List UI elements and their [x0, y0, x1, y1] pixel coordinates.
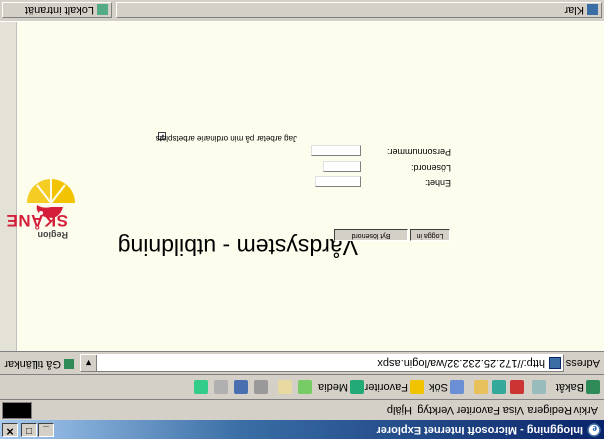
minimize-button[interactable]: _	[38, 423, 54, 437]
refresh-button[interactable]	[490, 378, 506, 396]
menu-favoriter[interactable]: Favoriter	[457, 404, 500, 416]
print-button[interactable]	[252, 378, 268, 396]
address-url: http://172.25.232.32/wa/login.aspx	[377, 357, 545, 369]
checkbox-label: Jag arbetar på min ordinarie arbetsplats	[155, 134, 297, 143]
maximize-button[interactable]: □	[21, 423, 37, 437]
toolbar: Bakåt Sök Favoriter Media	[0, 374, 604, 399]
menu-redigera[interactable]: Redigera	[527, 404, 572, 416]
login-button[interactable]: Logga in	[410, 229, 450, 241]
close-button[interactable]: ✕	[2, 423, 18, 437]
mail-icon	[278, 379, 292, 394]
favorites-star-icon	[410, 379, 424, 394]
personnummer-label: Personnummer:	[386, 147, 451, 157]
address-input[interactable]: http://172.25.232.32/wa/login.aspx ▼	[80, 354, 564, 372]
address-dropdown-icon[interactable]: ▼	[81, 355, 97, 371]
password-input[interactable]	[323, 161, 361, 172]
back-button[interactable]: Bakåt	[556, 378, 600, 396]
page-icon	[549, 357, 561, 369]
history-button[interactable]	[296, 378, 312, 396]
edit-icon	[234, 379, 248, 394]
window-title: Inloggning - Microsoft Internet Explorer	[376, 424, 583, 436]
messenger-button[interactable]	[192, 378, 208, 396]
status-bar: Klar Lokalt intranät	[0, 0, 604, 22]
enhet-label: Enhet:	[424, 178, 451, 188]
media-button[interactable]: Media	[318, 378, 364, 396]
links-button[interactable]: Länkar	[4, 358, 38, 370]
go-arrow-icon	[64, 358, 74, 369]
menu-arkiv[interactable]: Arkiv	[574, 404, 598, 416]
enhet-input[interactable]	[315, 176, 361, 187]
messenger-icon	[194, 379, 208, 394]
menu-hjalp[interactable]: Hjälp	[387, 404, 412, 416]
intranet-zone-icon	[97, 4, 108, 16]
refresh-icon	[492, 379, 506, 394]
menu-verktyg[interactable]: Verktyg	[417, 404, 454, 416]
history-icon	[298, 379, 312, 394]
address-bar: Adress http://172.25.232.32/wa/login.asp…	[0, 351, 604, 374]
page-content: Vårdsystem - utbildning Region SKÅNE Per…	[0, 22, 604, 351]
browser-window: e Inloggning - Microsoft Internet Explor…	[0, 0, 604, 439]
media-icon	[350, 379, 364, 394]
windows-logo-icon	[2, 402, 32, 419]
discuss-button[interactable]	[212, 378, 228, 396]
change-password-button[interactable]: Byt lösenord	[334, 229, 408, 241]
logo-skane-text: SKÅNE	[5, 211, 68, 230]
logo-region-text: Region	[37, 230, 69, 240]
edit-button[interactable]	[232, 378, 248, 396]
print-icon	[254, 379, 268, 394]
losenord-label: Lösenord:	[410, 163, 451, 173]
stop-button[interactable]	[508, 378, 524, 396]
security-zone: Lokalt intranät	[2, 2, 112, 18]
page-heading: Vårdsystem - utbildning	[117, 234, 358, 260]
internet-explorer-icon: e	[587, 423, 601, 437]
search-icon	[450, 379, 464, 394]
forward-button[interactable]	[530, 378, 546, 396]
menu-visa[interactable]: Visa	[503, 404, 524, 416]
menu-bar: Arkiv Redigera Visa Favoriter Verktyg Hj…	[0, 399, 604, 420]
personnummer-input[interactable]	[311, 145, 361, 156]
forward-arrow-icon	[532, 379, 546, 394]
home-button[interactable]	[472, 378, 488, 396]
search-button[interactable]: Sök	[429, 378, 464, 396]
svg-text:e: e	[592, 423, 597, 434]
discuss-icon	[214, 379, 228, 394]
title-bar: e Inloggning - Microsoft Internet Explor…	[0, 420, 604, 439]
stop-icon	[510, 379, 524, 394]
back-arrow-icon	[586, 379, 600, 394]
mail-button[interactable]	[276, 378, 292, 396]
done-page-icon	[587, 4, 598, 16]
go-button[interactable]: Gå till	[33, 358, 74, 370]
status-text: Klar	[116, 2, 602, 18]
address-label: Adress	[565, 357, 600, 369]
home-icon	[474, 379, 488, 394]
favorites-button[interactable]: Favoriter	[365, 378, 424, 396]
